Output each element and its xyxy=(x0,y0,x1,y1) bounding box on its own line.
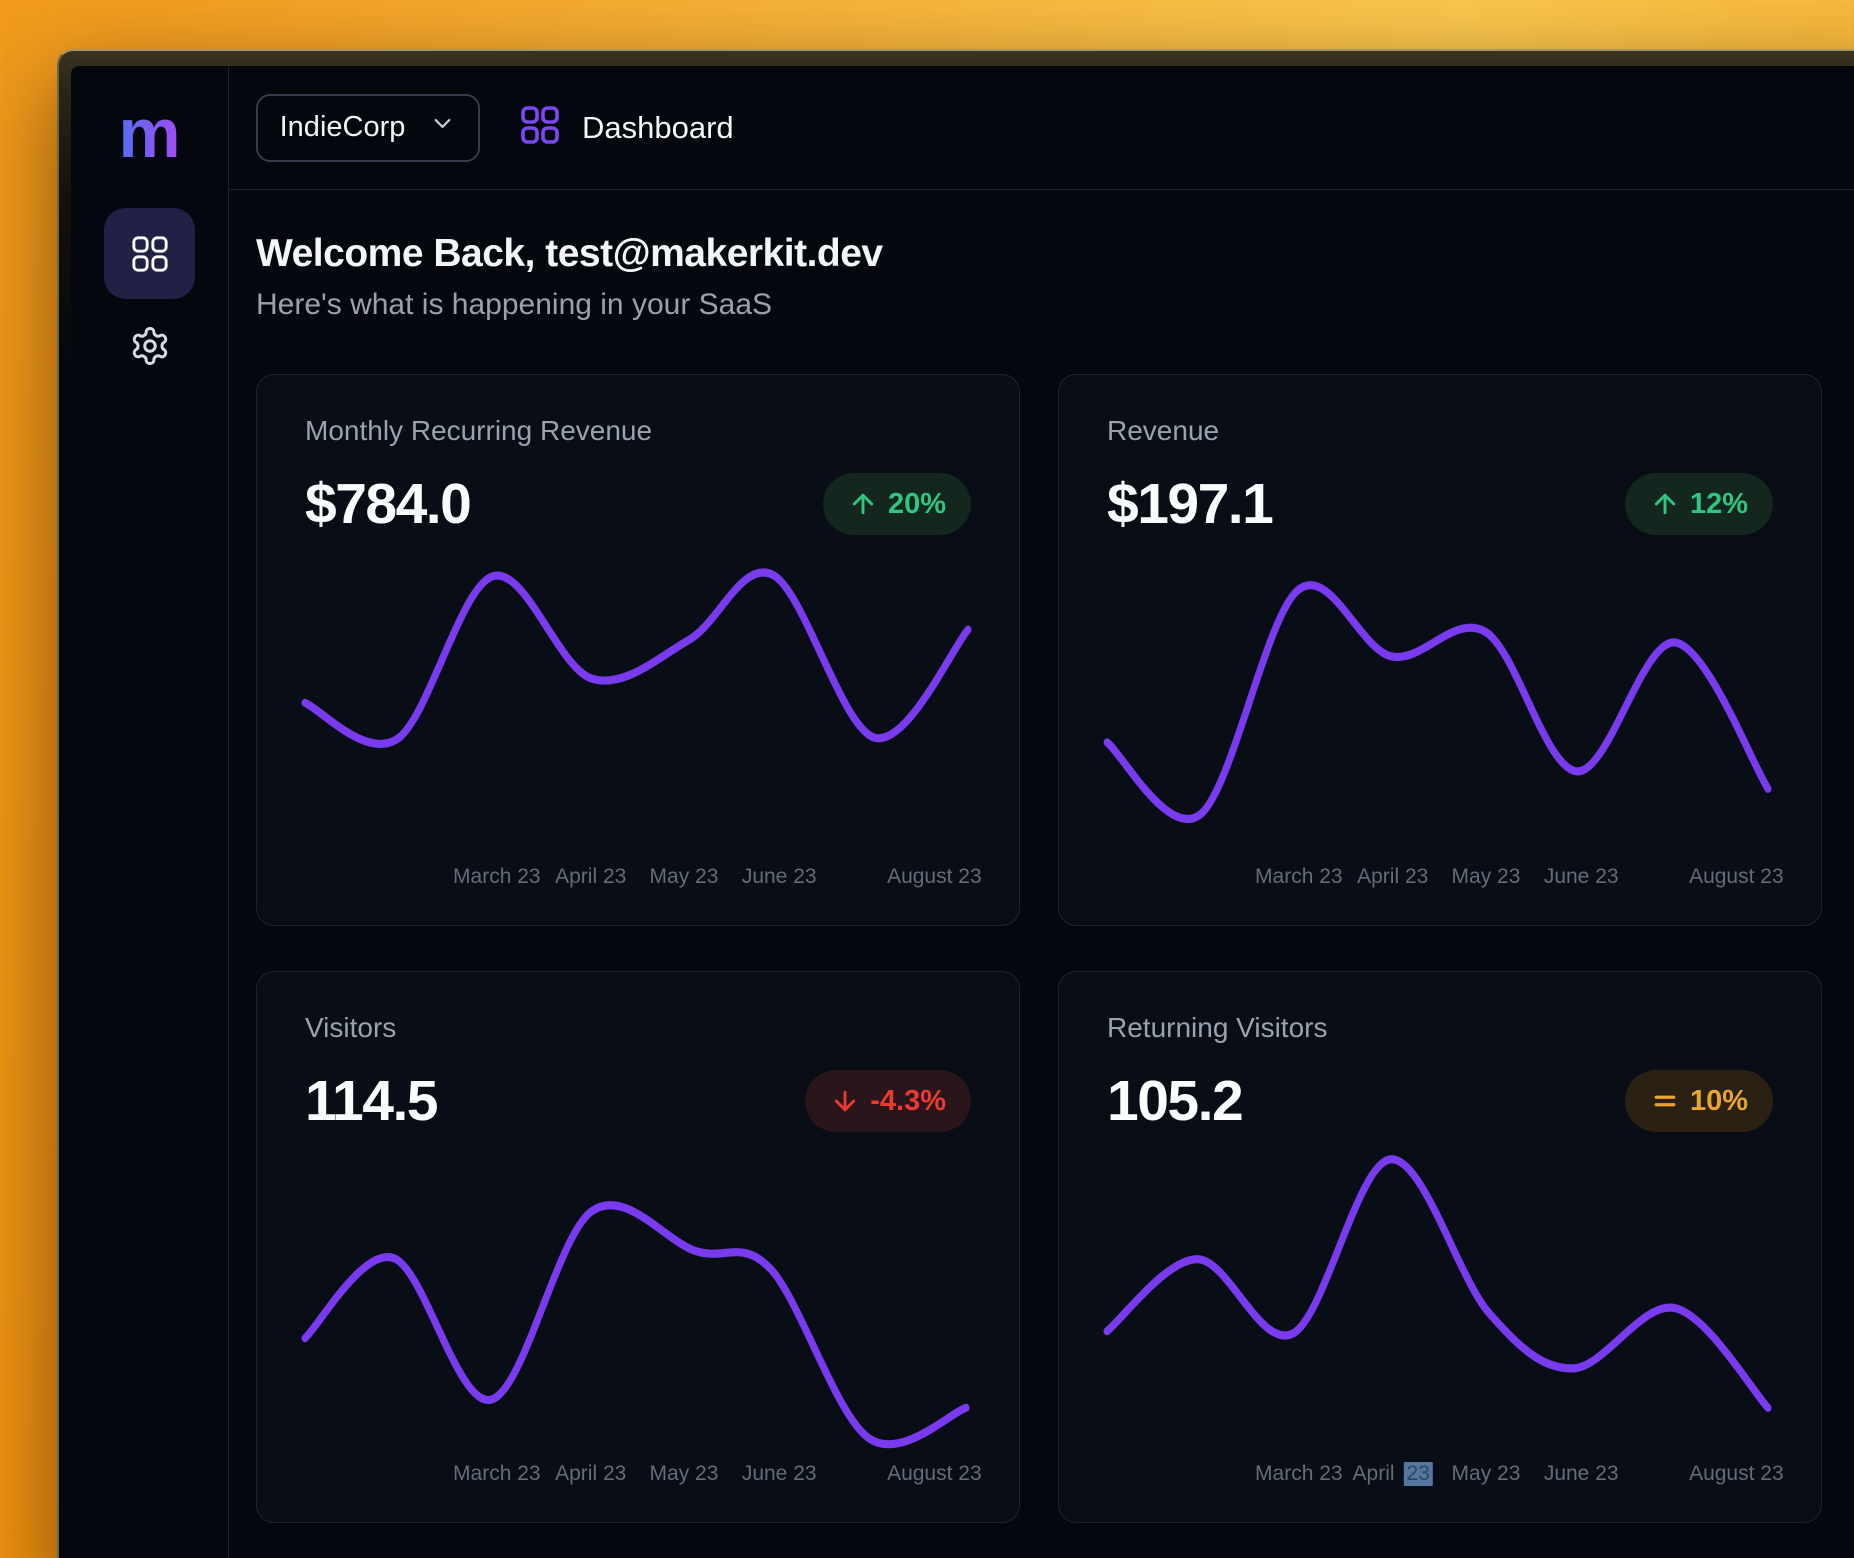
x-axis-tick-label: August 23 xyxy=(887,1462,982,1486)
breadcrumb: Dashboard xyxy=(520,105,734,150)
card-returning-visitors: Returning Visitors 105.2 10% March 23 Apr… xyxy=(1058,971,1822,1523)
x-axis-tick-label: March 23 xyxy=(1255,1462,1343,1486)
topbar: IndieCorp Dashboard xyxy=(229,66,1854,190)
badge-label: 10% xyxy=(1690,1085,1748,1118)
x-axis-tick-label: August 23 xyxy=(1689,865,1784,889)
org-switcher-button[interactable]: IndieCorp xyxy=(256,94,480,162)
x-axis-tick-label: May 23 xyxy=(650,1462,719,1486)
value-row: $197.1 12% xyxy=(1107,471,1773,537)
welcome-subtitle: Here's what is happening in your SaaS xyxy=(256,288,1822,322)
value-row: 114.5 -4.3% xyxy=(305,1068,971,1134)
selected-text-block: 23 xyxy=(1404,1462,1433,1486)
x-axis-tick-label: May 23 xyxy=(1452,1462,1521,1486)
trend-badge: -4.3% xyxy=(805,1070,971,1132)
chart-area: March 23April 23May 23June 23August 23 xyxy=(305,1150,971,1494)
x-axis-tick-label: April 23 xyxy=(555,865,626,889)
sidebar: m xyxy=(71,66,229,1558)
x-axis-labels: March 23April 23May 23June 23August 23 xyxy=(305,861,971,897)
mrr-line-chart xyxy=(305,553,971,855)
x-axis-tick-label: March 23 xyxy=(453,1462,541,1486)
card-value: $197.1 xyxy=(1107,471,1272,537)
trend-up-icon xyxy=(848,489,878,519)
trend-badge: 20% xyxy=(823,473,971,535)
app-surface: m xyxy=(71,66,1854,1558)
card-title: Revenue xyxy=(1107,415,1773,447)
trend-down-icon xyxy=(830,1086,860,1116)
chart-area: March 23April23May 23June 23August 23 xyxy=(1107,1150,1773,1494)
x-axis-labels: March 23April 23May 23June 23August 23 xyxy=(305,1458,971,1494)
dashboard-content: Welcome Back, test@makerkit.dev Here's w… xyxy=(229,190,1854,1558)
value-row: 105.2 10% xyxy=(1107,1068,1773,1134)
x-axis-tick-label: August 23 xyxy=(1689,1462,1784,1486)
trend-flat-icon xyxy=(1650,1086,1680,1116)
x-axis-tick-label: August 23 xyxy=(887,865,982,889)
card-title: Returning Visitors xyxy=(1107,1012,1773,1044)
chart-area: March 23April 23May 23June 23August 23 xyxy=(1107,553,1773,897)
x-axis-tick-label: May 23 xyxy=(650,865,719,889)
card-value: 105.2 xyxy=(1107,1068,1242,1134)
revenue-line-chart xyxy=(1107,553,1773,855)
x-axis-tick-label: June 23 xyxy=(1544,865,1619,889)
trend-badge: 10% xyxy=(1625,1070,1773,1132)
x-axis-tick-label: April 23 xyxy=(1357,865,1428,889)
main-area: IndieCorp Dashboard xyxy=(229,66,1854,1558)
sidebar-item-dashboard[interactable] xyxy=(104,208,195,299)
dashboard-grid-icon-purple xyxy=(520,105,560,150)
x-axis-tick-label: June 23 xyxy=(742,1462,817,1486)
makerkit-logo: m xyxy=(118,98,180,168)
org-switcher-label: IndieCorp xyxy=(280,111,406,144)
card-monthly-recurring-revenue: Monthly Recurring Revenue $784.0 20% Mar… xyxy=(256,374,1020,926)
card-value: 114.5 xyxy=(305,1068,437,1134)
gear-icon xyxy=(129,325,171,367)
returning-visitors-line-chart xyxy=(1107,1150,1773,1452)
stat-cards-grid: Monthly Recurring Revenue $784.0 20% Mar… xyxy=(256,374,1822,1523)
card-value: $784.0 xyxy=(305,471,470,537)
dashboard-grid-icon xyxy=(131,235,169,273)
sidebar-item-settings[interactable] xyxy=(104,313,195,379)
x-axis-tick-label: April23 xyxy=(1353,1462,1433,1486)
card-title: Monthly Recurring Revenue xyxy=(305,415,971,447)
badge-label: 20% xyxy=(888,488,946,521)
welcome-heading: Welcome Back, test@makerkit.dev xyxy=(256,232,1822,276)
chevron-down-icon xyxy=(429,110,456,145)
x-axis-tick-label: March 23 xyxy=(453,865,541,889)
x-axis-tick-label: June 23 xyxy=(742,865,817,889)
trend-up-icon xyxy=(1650,489,1680,519)
trend-badge: 12% xyxy=(1625,473,1773,535)
value-row: $784.0 20% xyxy=(305,471,971,537)
badge-label: -4.3% xyxy=(870,1085,946,1118)
card-revenue: Revenue $197.1 12% March 23 April 23 May 2… xyxy=(1058,374,1822,926)
x-axis-labels: March 23April23May 23June 23August 23 xyxy=(1107,1458,1773,1494)
x-axis-tick-label: April 23 xyxy=(555,1462,626,1486)
x-axis-tick-label: March 23 xyxy=(1255,865,1343,889)
page-title: Dashboard xyxy=(582,110,734,146)
desktop: { "sidebar": { "logo": "m" }, "topbar": … xyxy=(0,0,1854,1558)
x-axis-tick-label: June 23 xyxy=(1544,1462,1619,1486)
app-window: m xyxy=(57,49,1854,1558)
chart-area: March 23April 23May 23June 23August 23 xyxy=(305,553,971,897)
x-axis-tick-label: May 23 xyxy=(1452,865,1521,889)
visitors-line-chart xyxy=(305,1150,971,1452)
x-axis-labels: March 23April 23May 23June 23August 23 xyxy=(1107,861,1773,897)
card-visitors: Visitors 114.5 -4.3% March 23 April 23 May… xyxy=(256,971,1020,1523)
card-title: Visitors xyxy=(305,1012,971,1044)
badge-label: 12% xyxy=(1690,488,1748,521)
